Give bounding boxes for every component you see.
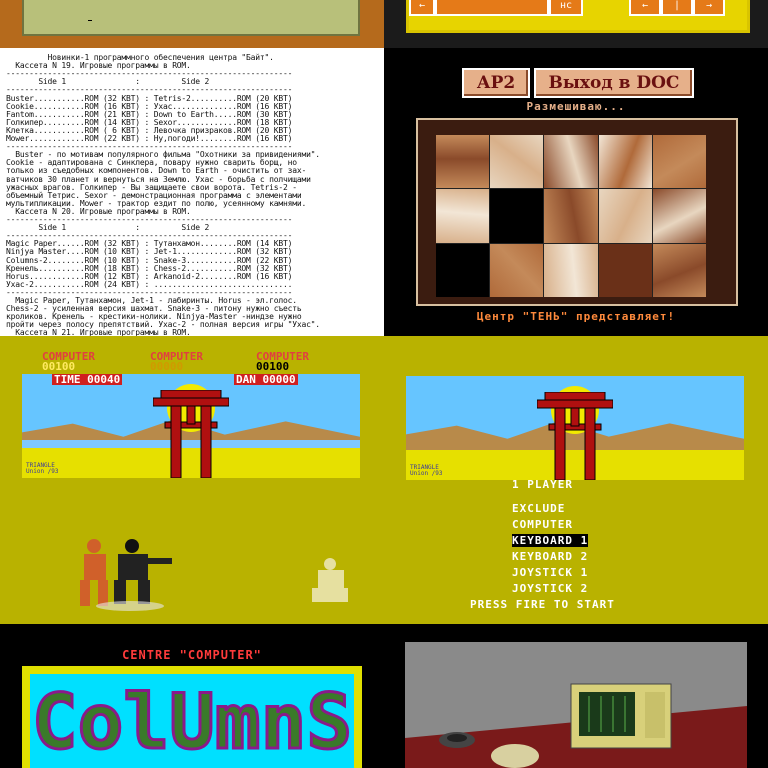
torii-gate [153,390,229,478]
karate-menu-screen: TRIANGLE Union /93 [384,336,768,624]
score-1: 00100 [42,360,76,373]
columns-title-screen: CENTRE "COMPUTER" ColUmnS [0,624,384,768]
puzzle-tile[interactable] [652,135,706,189]
score-2: 00000 [150,360,184,373]
puzzle-tile[interactable] [544,243,598,297]
menu-item-keyboard-2[interactable]: KEYBOARD 2 [512,550,588,563]
puzzle-tile[interactable] [652,189,706,243]
toolbar-button-main[interactable] [435,0,549,16]
time-counter: TIME 00040 [52,374,123,386]
logo-subtext: Union /93 [26,468,59,475]
puzzle-tile[interactable] [436,243,490,297]
software-catalog-page: Новинки-1 программного обеспечения центр… [0,48,384,336]
puzzle-tile[interactable] [490,189,544,243]
menu-item-keyboard-1[interactable]: KEYBOARD 1 [512,534,589,547]
exit-to-dos-button[interactable]: Выход в DOC [534,68,694,98]
fighters-sprites [80,539,172,611]
puzzle-tile[interactable] [544,135,598,189]
columns-logo: ColUmnS [30,676,353,768]
shuffle-status: Размешиваю... [526,100,626,113]
arrow-left-icon[interactable]: ← [629,0,661,16]
triangle-logo: TRIANGLE Union /93 [26,463,59,475]
cursor-mark [88,20,92,21]
menu-item-1-player[interactable]: 1 PLAYER [512,478,573,491]
columns-logo-box: ColUmnS [22,666,362,768]
puzzle-tile[interactable] [490,135,544,189]
puzzle-tile[interactable] [652,243,706,297]
menu-item-exclude[interactable]: EXCLUDE [512,502,565,515]
arrow-up-icon[interactable]: | [661,0,693,16]
puzzle-tile[interactable] [436,189,490,243]
top-left-screen [0,0,384,48]
torii-gate-menu [537,392,613,480]
menu-item-joystick-2[interactable]: JOYSTICK 2 [512,582,588,595]
logo-subtext-menu: Union /93 [410,470,443,477]
arena-scene-menu: TRIANGLE Union /93 [406,376,744,480]
karate-fight-screen: COMPUTER COMPUTER COMPUTER 00100 00000 0… [0,336,384,624]
press-fire-prompt: PRESS FIRE TO START [470,598,615,611]
presents-footer: Центр "ТЕНЬ" представляет! [476,310,676,323]
menu-item-computer[interactable]: COMPUTER [512,518,573,531]
arrow-right-icon[interactable]: → [693,0,725,16]
toolbar-button-left[interactable]: ← [409,0,435,16]
centre-title: CENTRE "COMPUTER" [122,648,262,662]
puzzle-tile[interactable] [436,135,490,189]
computer-picture-screen [384,624,768,768]
toolbar: ← нс ← | → [406,0,750,33]
puzzle-tile[interactable] [544,189,598,243]
puzzle-tile[interactable] [490,243,544,297]
faded-fighter-sprite [312,558,348,602]
dialog-panel [22,0,360,36]
columns-logo-text: ColUmnS [32,677,352,766]
puzzle-tile[interactable] [598,189,652,243]
puzzle-grid[interactable] [436,135,706,297]
top-right-toolbar-screen: ← нс ← | → [384,0,768,48]
menu-item-joystick-1[interactable]: JOYSTICK 1 [512,566,588,579]
score-3: 00100 [256,360,290,373]
computer-illustration [405,683,747,768]
puzzle-tile[interactable] [598,135,652,189]
catalog-line: Кассета N 21. Игровые программы в ROM. [6,328,191,336]
dan-counter: DAN 00000 [234,374,298,386]
puzzle-game-screen: АР2 Выход в DOC Размешиваю... Центр "ТЕН… [384,48,768,336]
arena-scene: TIME 00040 DAN 00000 TRIANGLE Union /93 [22,374,360,478]
toolbar-button-nc[interactable]: нс [549,0,583,16]
puzzle-tile[interactable] [598,243,652,297]
ar2-button[interactable]: АР2 [462,68,530,98]
columns-logo-panel: ColUmnS [30,674,354,768]
triangle-logo-menu: TRIANGLE Union /93 [410,465,443,477]
